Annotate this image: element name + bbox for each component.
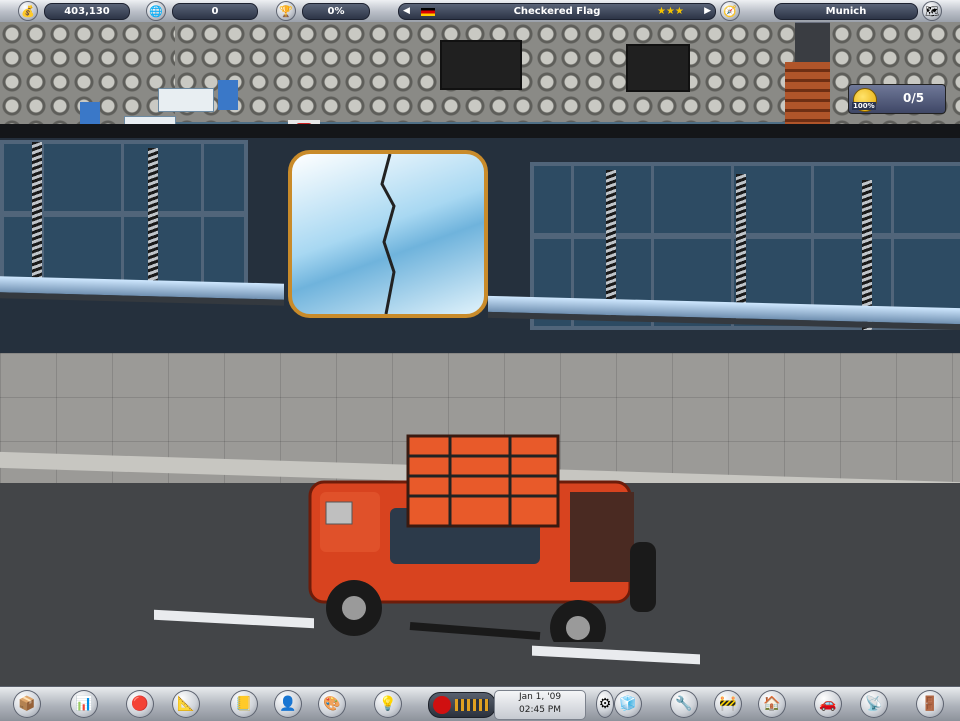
time-text: 02:45 PM (519, 705, 561, 715)
percent-display: 0% (302, 3, 370, 20)
objective-badge[interactable]: 100% 0/5 (848, 84, 946, 114)
notebook-icon[interactable]: 📒 (230, 690, 258, 718)
date-text: Jan 1, '09 (518, 692, 562, 702)
satisfaction-value: 100% (852, 102, 876, 110)
window-column (606, 170, 616, 320)
entrance-door[interactable] (288, 150, 488, 318)
trophy-icon[interactable]: 🏆 (276, 1, 296, 21)
car-icon[interactable]: 🚗 (814, 690, 842, 718)
record-icon[interactable] (433, 696, 451, 714)
wrench-icon[interactable]: 🔧 (670, 690, 698, 718)
chair[interactable] (218, 80, 238, 110)
barrier-icon[interactable]: 🚧 (714, 690, 742, 718)
mail-icon[interactable]: 🔴 (126, 690, 154, 718)
desk[interactable] (158, 88, 214, 112)
blueprint-icon[interactable]: 📐 (172, 690, 200, 718)
facade-ledge (0, 124, 960, 138)
objective-progress: 0/5 (903, 91, 925, 105)
bottom-toolbar: 📦 📊 🔴 📐 📒 👤 🎨 💡 Jan 1, '09 02:45 PM ⚙ 🧊 … (0, 686, 960, 721)
car-poster-left (440, 40, 522, 90)
prev-location-arrow-icon[interactable]: ◀ (403, 4, 410, 19)
red-suv-car[interactable] (290, 422, 660, 642)
house-up-icon[interactable]: 🏠 (758, 690, 786, 718)
cube-icon[interactable]: 🧊 (614, 690, 642, 718)
palette-icon[interactable]: 🎨 (318, 690, 346, 718)
crate-icon[interactable]: 📦 (13, 690, 41, 718)
radar-icon[interactable]: 📡 (860, 690, 888, 718)
location-bar[interactable]: ◀ Checkered Flag ★★★ ▶ (398, 3, 716, 20)
coin-icon[interactable]: 💰 (18, 1, 38, 21)
rating-stars: ★★★ (657, 6, 684, 17)
location-name: Checkered Flag (513, 6, 601, 17)
next-location-arrow-icon[interactable]: ▶ (704, 4, 711, 19)
game-viewport[interactable]: 100% 0/5 (0, 22, 960, 686)
window-column (32, 142, 42, 282)
money-display: 403,130 (44, 3, 130, 20)
game-speed-control[interactable] (428, 692, 496, 718)
bar-chart-icon[interactable]: 📊 (70, 690, 98, 718)
city-display[interactable]: Munich (774, 3, 918, 20)
speed-toggle-icon[interactable]: ⚙ (596, 690, 614, 718)
window-column (148, 148, 158, 294)
germany-flag-icon (421, 8, 435, 16)
globe-icon[interactable]: 🌐 (146, 1, 166, 21)
date-time-display: Jan 1, '09 02:45 PM (494, 690, 586, 720)
speed-meter (455, 699, 489, 711)
exit-icon[interactable]: 🚪 (916, 690, 944, 718)
score-display: 0 (172, 3, 258, 20)
map-icon[interactable]: 🗺 (922, 1, 942, 21)
person-icon[interactable]: 👤 (274, 690, 302, 718)
compass-icon[interactable]: 🧭 (720, 1, 740, 21)
lightbulb-icon[interactable]: 💡 (374, 690, 402, 718)
car-poster-right (626, 44, 690, 92)
door-split-line (380, 154, 396, 314)
top-hud-bar: 💰 403,130 🌐 0 🏆 0% ◀ Checkered Flag ★★★ … (0, 0, 960, 23)
